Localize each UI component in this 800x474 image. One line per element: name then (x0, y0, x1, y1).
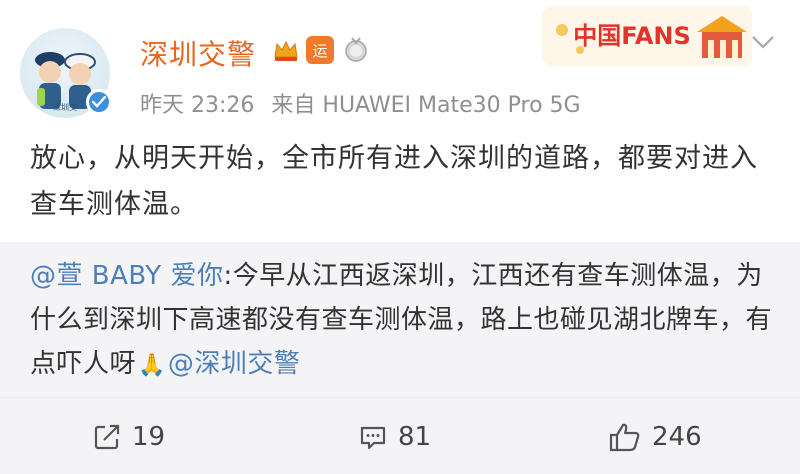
weibo-post: 深圳交 深圳交警 运 昨天 23:26 来自 HUAWEI Mate30 Pro… (0, 0, 800, 474)
fans-label: 中国FANS (573, 22, 691, 50)
chevron-down-icon[interactable] (748, 30, 778, 54)
repost-count: 19 (132, 421, 166, 452)
repost-icon (94, 424, 120, 449)
vip-yun-badge[interactable]: 运 (306, 36, 334, 64)
like-button[interactable]: 246 (608, 398, 702, 474)
account-name[interactable]: 深圳交警 (140, 33, 256, 73)
repost-mention[interactable]: @深圳交警 (168, 349, 301, 379)
avatar-caption: 深圳交 (53, 102, 77, 112)
medal-icon[interactable] (342, 36, 370, 64)
post-source[interactable]: 来自 HUAWEI Mate30 Pro 5G (271, 93, 580, 118)
china-fans-badge[interactable]: 中国FANS (542, 6, 752, 66)
post-time: 昨天 23:26 (140, 93, 255, 118)
post-text: 放心，从明天开始，全市所有进入深圳的道路，都要对进入查车测体温。 (30, 143, 758, 220)
like-icon (609, 423, 640, 451)
comment-count: 81 (398, 421, 432, 452)
repost-author[interactable]: @萱 BABY 爱你 (30, 261, 223, 291)
pray-emoji: 🙏 (138, 353, 166, 378)
post-meta: 昨天 23:26 来自 HUAWEI Mate30 Pro 5G (140, 87, 591, 119)
repost-button[interactable]: 19 (92, 398, 165, 474)
verified-icon (86, 89, 112, 115)
action-bar: 19 81 246 (0, 397, 800, 474)
like-count: 246 (652, 421, 702, 452)
repost-text-block: @萱 BABY 爱你:今早从江西返深圳，江西还有查车测体温，为什么到深圳下高速都… (30, 254, 775, 388)
repost-box[interactable]: @萱 BABY 爱你:今早从江西返深圳，江西还有查车测体温，为什么到深圳下高速都… (0, 242, 800, 397)
comment-button[interactable]: 81 (358, 398, 431, 474)
crown-icon[interactable] (272, 36, 300, 64)
comment-icon (360, 426, 386, 449)
